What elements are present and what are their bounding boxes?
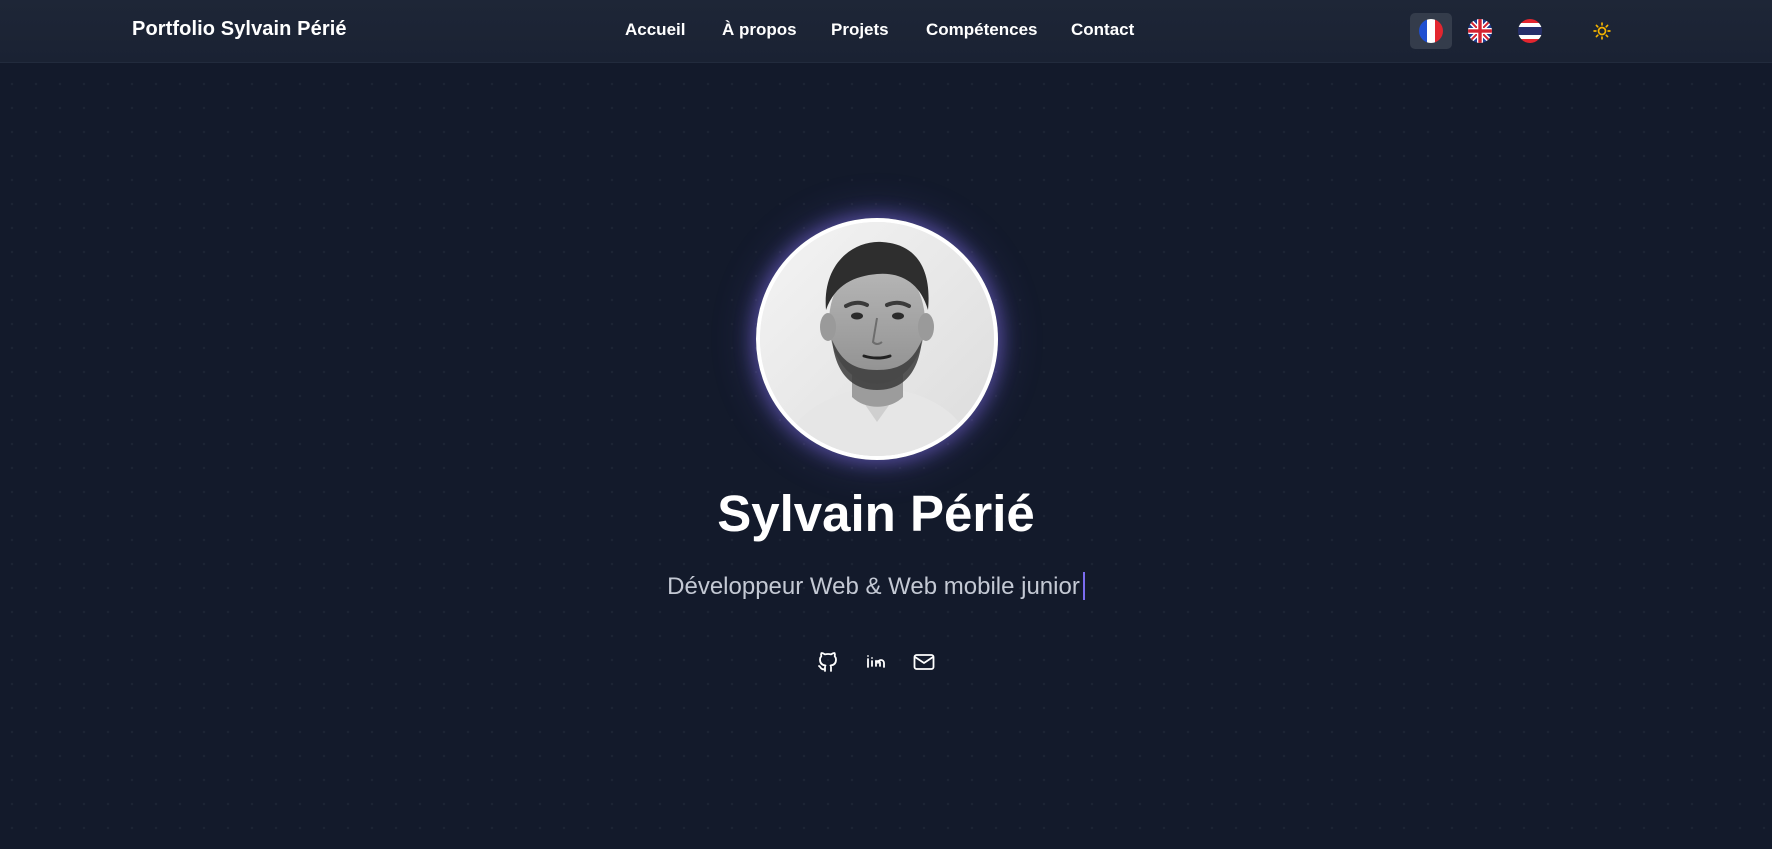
avatar-frame	[756, 218, 998, 460]
theme-toggle-button[interactable]	[1588, 17, 1616, 45]
flag-fr-icon	[1419, 19, 1443, 43]
nav-link-contact[interactable]: Contact	[1071, 20, 1134, 40]
nav-link-competences[interactable]: Compétences	[926, 20, 1037, 40]
nav-link-a-propos[interactable]: À propos	[722, 20, 797, 40]
linkedin-link[interactable]	[862, 648, 890, 676]
language-fr-button[interactable]	[1410, 13, 1452, 49]
linkedin-icon	[867, 655, 885, 668]
profile-photo	[760, 222, 994, 456]
mail-icon	[913, 654, 935, 670]
flag-th-icon	[1518, 19, 1542, 43]
nav-link-projets[interactable]: Projets	[831, 20, 889, 40]
sun-icon	[1593, 22, 1611, 40]
nav-link-accueil[interactable]: Accueil	[625, 20, 685, 40]
github-link[interactable]	[814, 648, 842, 676]
language-en-button[interactable]	[1459, 13, 1501, 49]
github-icon	[818, 652, 837, 672]
email-link[interactable]	[910, 648, 938, 676]
flag-uk-icon	[1468, 19, 1492, 43]
navbar: Portfolio Sylvain Périé Accueil À propos…	[0, 0, 1772, 63]
hero-name: Sylvain Périé	[717, 485, 1035, 542]
typing-caret	[1082, 572, 1085, 600]
hero-subtitle-text: Développeur Web & Web mobile junior	[667, 573, 1080, 600]
language-th-button[interactable]	[1509, 13, 1551, 49]
brand-title[interactable]: Portfolio Sylvain Périé	[132, 18, 347, 41]
hero-subtitle: Développeur Web & Web mobile junior	[0, 572, 1752, 601]
avatar	[756, 218, 998, 460]
